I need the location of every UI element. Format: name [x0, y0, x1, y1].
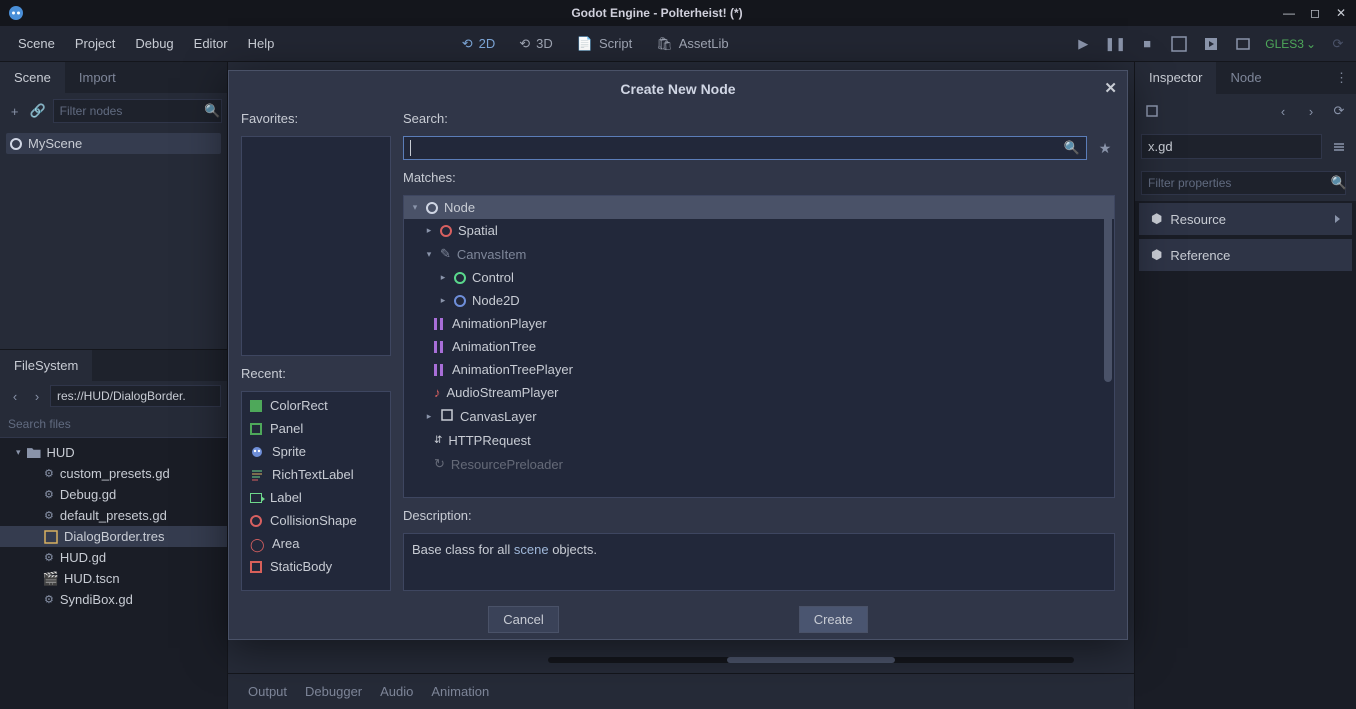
expander-icon[interactable]: ▾ — [410, 203, 420, 213]
match-item[interactable]: ▾ Node — [404, 196, 1114, 219]
animation-icon — [434, 364, 446, 376]
match-item[interactable]: ▾ ✎ CanvasItem — [404, 242, 1114, 266]
http-icon: ⇵ — [434, 435, 442, 446]
favorite-toggle-button[interactable]: ★ — [1095, 138, 1115, 158]
recent-item-label: ColorRect — [270, 398, 328, 413]
dialog-title: Create New Node ✕ — [229, 71, 1127, 107]
search-input[interactable] — [411, 141, 1064, 156]
animation-icon — [434, 341, 446, 353]
colorrect-icon — [250, 400, 262, 412]
recent-list: ColorRect Panel Sprite RichTextLabel Lab… — [241, 391, 391, 591]
recent-item[interactable]: StaticBody — [242, 555, 390, 578]
recent-item[interactable]: Sprite — [242, 440, 390, 463]
match-item[interactable]: AnimationTree — [404, 335, 1114, 358]
canvasitem-icon: ✎ — [440, 246, 451, 262]
spatial-icon — [440, 225, 452, 237]
recent-item-label: Panel — [270, 421, 303, 436]
match-label: ResourcePreloader — [451, 457, 563, 472]
search-icon: 🔍 — [1064, 140, 1080, 156]
match-label: AnimationPlayer — [452, 316, 547, 331]
search-row: 🔍 ★ — [403, 136, 1115, 160]
search-label: Search: — [403, 107, 1115, 130]
label-icon — [250, 493, 262, 503]
expander-icon[interactable]: ▸ — [424, 412, 434, 422]
description-text: objects. — [549, 542, 597, 557]
match-label: HTTPRequest — [448, 433, 530, 448]
recent-item[interactable]: CollisionShape — [242, 509, 390, 532]
matches-label: Matches: — [403, 166, 1115, 189]
recent-item[interactable]: Label — [242, 486, 390, 509]
match-label: Control — [472, 270, 514, 285]
canvaslayer-icon — [440, 408, 454, 425]
scrollbar-thumb[interactable] — [1104, 202, 1112, 382]
match-label: AnimationTree — [452, 339, 536, 354]
expander-icon[interactable]: ▸ — [424, 226, 434, 236]
dialog-body: Favorites: Recent: ColorRect Panel Sprit… — [229, 107, 1127, 599]
match-item[interactable]: ▸ CanvasLayer — [404, 404, 1114, 429]
expander-icon[interactable]: ▸ — [438, 273, 448, 283]
recent-item-label: Area — [272, 536, 299, 551]
staticbody-icon — [250, 561, 262, 573]
match-item[interactable]: AnimationTreePlayer — [404, 358, 1114, 381]
description-box: Base class for all scene objects. — [403, 533, 1115, 591]
match-item[interactable]: ↻ ResourcePreloader — [404, 452, 1114, 476]
match-item[interactable]: ⇵ HTTPRequest — [404, 429, 1114, 452]
node2d-icon — [454, 295, 466, 307]
dialog-title-text: Create New Node — [620, 81, 735, 97]
expander-icon[interactable]: ▾ — [424, 249, 434, 259]
create-node-dialog: Create New Node ✕ Favorites: Recent: Col… — [228, 70, 1128, 640]
preload-icon: ↻ — [434, 456, 445, 472]
match-label: CanvasItem — [457, 247, 526, 262]
matches-scrollbar[interactable] — [1102, 198, 1112, 495]
match-label: AnimationTreePlayer — [452, 362, 573, 377]
recent-item-label: Sprite — [272, 444, 306, 459]
favorites-column: Favorites: Recent: ColorRect Panel Sprit… — [241, 107, 391, 591]
match-label: AudioStreamPlayer — [447, 385, 559, 400]
match-item[interactable]: ▸ Control — [404, 266, 1114, 289]
match-item[interactable]: AnimationPlayer — [404, 312, 1114, 335]
match-label: CanvasLayer — [460, 409, 537, 424]
recent-item-label: CollisionShape — [270, 513, 357, 528]
match-label: Spatial — [458, 223, 498, 238]
matches-tree: ▾ Node ▸ Spatial ▾ ✎ CanvasItem ▸ Control ▸ No… — [403, 195, 1115, 498]
description-text: Base class for all — [412, 542, 514, 557]
control-icon — [454, 272, 466, 284]
match-item[interactable]: ♪ AudioStreamPlayer — [404, 381, 1114, 404]
recent-item[interactable]: ◯ Area — [242, 532, 390, 555]
node-icon — [426, 202, 438, 214]
expander-icon[interactable]: ▸ — [438, 296, 448, 306]
dialog-buttons: Cancel Create — [229, 599, 1127, 639]
sprite-icon — [250, 445, 264, 459]
search-column: Search: 🔍 ★ Matches: ▾ Node ▸ Spatial ▾ ✎ Ca… — [403, 107, 1115, 591]
panel-icon — [250, 423, 262, 435]
match-item[interactable]: ▸ Spatial — [404, 219, 1114, 242]
recent-item[interactable]: RichTextLabel — [242, 463, 390, 486]
favorites-list[interactable] — [241, 136, 391, 356]
favorites-label: Favorites: — [241, 107, 391, 130]
dialog-close-button[interactable]: ✕ — [1104, 79, 1117, 97]
create-button[interactable]: Create — [799, 606, 868, 633]
match-label: Node — [444, 200, 475, 215]
description-keyword: scene — [514, 542, 549, 557]
match-label: Node2D — [472, 293, 520, 308]
recent-label: Recent: — [241, 362, 391, 385]
description-label: Description: — [403, 504, 1115, 527]
recent-item-label: Label — [270, 490, 302, 505]
match-item[interactable]: ▸ Node2D — [404, 289, 1114, 312]
recent-item[interactable]: Panel — [242, 417, 390, 440]
recent-item-label: RichTextLabel — [272, 467, 354, 482]
search-box: 🔍 — [403, 136, 1087, 160]
animation-icon — [434, 318, 446, 330]
recent-item[interactable]: ColorRect — [242, 394, 390, 417]
collision-icon — [250, 515, 262, 527]
cancel-button[interactable]: Cancel — [488, 606, 558, 633]
modal-backdrop: Create New Node ✕ Favorites: Recent: Col… — [0, 0, 1356, 709]
audio-icon: ♪ — [434, 385, 441, 400]
recent-item-label: StaticBody — [270, 559, 332, 574]
area-icon: ◯ — [250, 537, 264, 551]
richtext-icon — [250, 468, 264, 482]
